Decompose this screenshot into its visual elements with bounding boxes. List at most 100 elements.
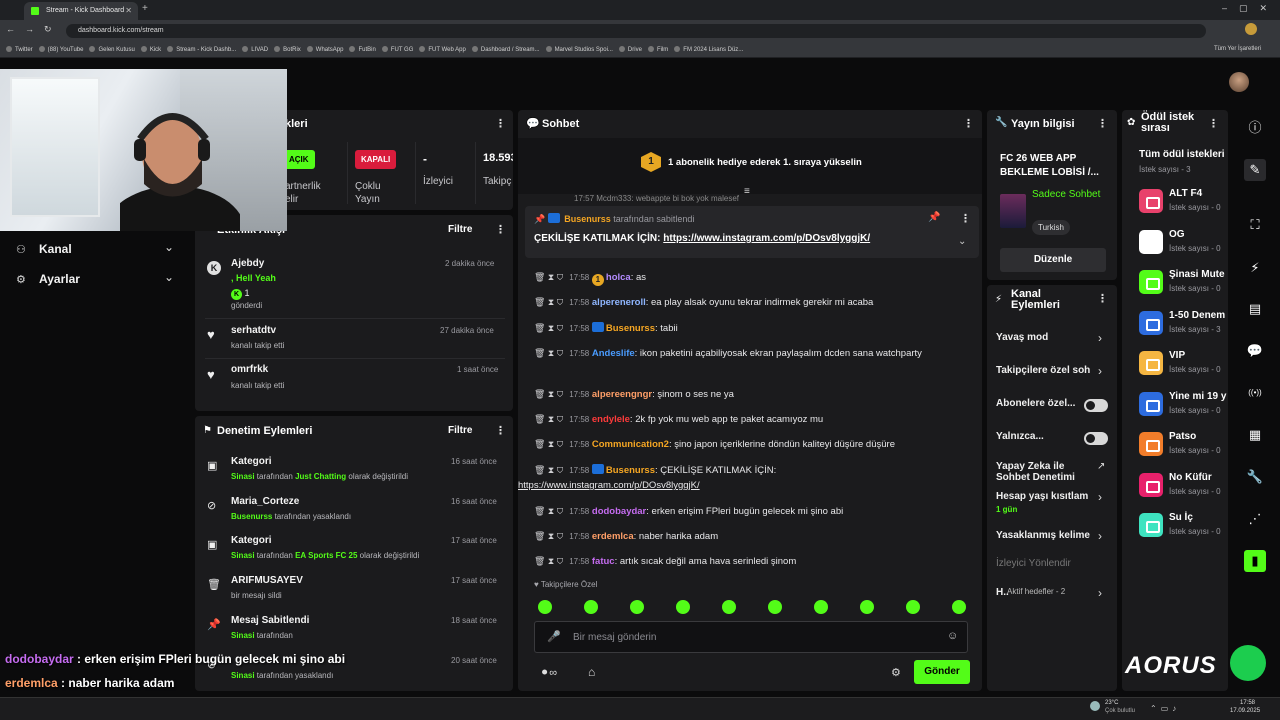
activity-user[interactable]: serhatdtv (231, 325, 276, 336)
reward-name[interactable]: Şinasi Mute (1169, 269, 1225, 280)
chevron-right-icon[interactable]: › (1098, 331, 1102, 345)
channel-action-label[interactable]: Yalnızca... (996, 431, 1091, 442)
broadcast-icon[interactable]: ((•)) (1244, 382, 1266, 404)
moderation-icons[interactable]: 🗑 ⧗ ⛉ (534, 272, 563, 282)
channel-action-label[interactable]: Hesap yaşı kısıtlam (996, 491, 1091, 502)
bookmark-item[interactable]: Film (647, 46, 674, 53)
chat-message[interactable]: 🗑 ⧗ ⛉ 17:58 Busenurss: tabii (534, 321, 974, 336)
chat-message[interactable]: 🗑 ⧗ ⛉ 17:58 endylele: 2k fp yok mu web ap… (534, 412, 974, 427)
moderation-icons[interactable]: 🗑 ⧗ ⛉ (534, 348, 563, 358)
chevron-down-icon[interactable]: ⌄ (164, 240, 174, 254)
chat-message[interactable]: 🗑 ⧗ ⛉ 17:58 1 holca: as (534, 270, 974, 286)
chat-username[interactable]: fatuc (592, 556, 615, 567)
game-icon[interactable]: ▮ (1244, 550, 1266, 572)
close-tab-icon[interactable]: ✕ (125, 6, 132, 15)
bookmark-item[interactable]: BotRix (274, 46, 307, 53)
emoji-icon[interactable]: ☺ (947, 630, 958, 642)
chat-username[interactable]: erdemlca (592, 531, 634, 542)
emote-icon[interactable] (538, 600, 552, 614)
pinned-link[interactable]: https://www.instagram.com/p/DOsv8lyggjK/ (663, 233, 870, 244)
reward-name[interactable]: Yine mi 19 y (1169, 391, 1226, 402)
bookmark-item[interactable]: (88) YouTube (38, 46, 90, 53)
chat-icon[interactable]: 💬 (1244, 340, 1266, 362)
send-button[interactable]: Gönder (914, 660, 970, 684)
wrench-icon[interactable]: 🔧 (1244, 466, 1266, 488)
moderation-icons[interactable]: 🗑 ⧗ ⛉ (534, 531, 563, 541)
chat-menu-icon[interactable]: ⋮ (963, 117, 974, 130)
user-avatar[interactable] (1229, 72, 1249, 92)
bot-tools-icon[interactable]: ⚫∞ (540, 666, 557, 679)
emote-icon[interactable] (906, 600, 920, 614)
chevron-down-icon[interactable]: ⌄ (958, 236, 966, 247)
reward-name[interactable]: OG (1169, 229, 1185, 240)
emote-icon[interactable] (676, 600, 690, 614)
bookmark-item[interactable]: FUT GG (381, 46, 420, 53)
multistream-status-badge[interactable]: KAPALI (355, 150, 397, 169)
moderation-icons[interactable]: 🗑 ⧗ ⛉ (534, 323, 563, 333)
reward-name[interactable]: ALT F4 (1169, 188, 1202, 199)
moderator-name[interactable]: Sinasi (231, 631, 255, 640)
all-rewards-label[interactable]: Tüm ödül istekleri (1139, 149, 1225, 160)
chat-message[interactable]: 🗑 ⧗ ⛉ 17:58 fatuc: artık sıcak değil ama … (534, 554, 974, 569)
bookmark-item[interactable]: WhatsApp (306, 46, 350, 53)
reward-name[interactable]: VIP (1169, 350, 1185, 361)
moderation-icons[interactable]: 🗑 ⧗ ⛉ (534, 465, 563, 475)
profile-avatar[interactable] (1245, 23, 1257, 35)
chevron-right-icon[interactable]: › (1098, 586, 1102, 600)
toggle-switch[interactable] (1084, 432, 1108, 445)
chat-username[interactable]: Busenurss (606, 465, 655, 476)
bookmark-item[interactable]: Twitter (6, 46, 39, 53)
taskbar-time[interactable]: 17:58 (1240, 700, 1255, 706)
emote-icon[interactable] (630, 600, 644, 614)
bookmark-item[interactable]: Drive (618, 46, 648, 53)
bookmark-item[interactable]: LIVAD (242, 46, 274, 53)
moderation-title[interactable]: Mesaj Sabitlendi (231, 615, 309, 626)
moderator-name[interactable]: Sinasi (231, 551, 255, 560)
chat-message[interactable]: 🗑 ⧗ ⛉ 17:58 dodobaydar: erken erişim FPle… (534, 504, 974, 519)
emote-icon[interactable] (814, 600, 828, 614)
moderation-icons[interactable]: 🗑 ⧗ ⛉ (534, 297, 563, 307)
channel-action-label[interactable]: İzleyici Yönlendir (996, 558, 1091, 569)
chat-username[interactable]: alpereneroll (592, 297, 646, 308)
moderation-title[interactable]: Maria_Corteze (231, 496, 299, 507)
nav-buttons-icon[interactable]: ←→↻ (6, 24, 62, 35)
moderation-title[interactable]: ARIFMUSAYEV (231, 575, 303, 586)
chat-message[interactable]: 🗑 ⧗ ⛉ 17:58 Andeslife: ikon paketini açab… (534, 346, 974, 361)
taskbar-date[interactable]: 17.09.2025 (1230, 708, 1260, 714)
reward-name[interactable]: 1-50 Denem (1169, 310, 1225, 321)
tray-icons[interactable]: ⌃▭♪ (1150, 704, 1180, 713)
pinned-menu-icon[interactable]: ⋮ (960, 212, 971, 225)
channel-actions-menu-icon[interactable]: ⋮ (1097, 292, 1108, 305)
chat-username[interactable]: alpereengngr (592, 389, 652, 400)
pencil-icon[interactable]: ✎ (1244, 159, 1266, 181)
chat-message[interactable]: 🗑 ⧗ ⛉ 17:58 Communication2: şino japon iç… (534, 437, 974, 452)
chat-link[interactable]: https://www.instagram.com/p/DOsv8lyggjK/ (518, 478, 974, 493)
moderation-filter-button[interactable]: Filtre (448, 425, 472, 436)
stream-info-menu-icon[interactable]: ⋮ (1097, 117, 1108, 130)
new-tab-icon[interactable]: + (142, 3, 148, 14)
chat-username[interactable]: holca (606, 272, 631, 283)
chevron-right-icon[interactable]: › (1098, 364, 1102, 378)
activity-menu-icon[interactable]: ⋮ (495, 223, 506, 236)
pinned-user[interactable]: Busenurss (564, 214, 611, 224)
lightning-icon[interactable]: ⚡ (1244, 257, 1266, 279)
emote-icon[interactable] (584, 600, 598, 614)
address-bar[interactable]: dashboard.kick.com/stream (66, 24, 1206, 38)
moderator-name[interactable]: Sinasi (231, 472, 255, 481)
chat-input[interactable]: 🎤 Bir mesaj gönderin ☺ (534, 621, 968, 653)
chat-message[interactable]: 🗑 ⧗ ⛉ 17:58 alpereneroll: ea play alsak o… (534, 295, 974, 310)
channel-action-label[interactable]: Takipçilere özel soh (996, 365, 1091, 376)
reward-name[interactable]: Patso (1169, 431, 1196, 442)
window-controls[interactable]: –▢✕ (1222, 3, 1279, 14)
chat-username[interactable]: Busenurss (606, 323, 655, 334)
emote-icon[interactable] (860, 600, 874, 614)
emote-icon[interactable] (722, 600, 736, 614)
reward-name[interactable]: Su İç (1169, 512, 1193, 523)
sidebar-item-channel[interactable]: Kanal (39, 242, 72, 256)
channel-action-label[interactable]: Abonelere özel... (996, 398, 1091, 409)
bookmark-item[interactable]: Marvel Studios Spoi... (545, 46, 619, 53)
emote-icon[interactable] (952, 600, 966, 614)
toggle-switch[interactable] (1084, 399, 1108, 412)
share-icon[interactable]: ⋰ (1244, 508, 1266, 530)
external-link-icon[interactable]: ↗ (1097, 461, 1105, 472)
